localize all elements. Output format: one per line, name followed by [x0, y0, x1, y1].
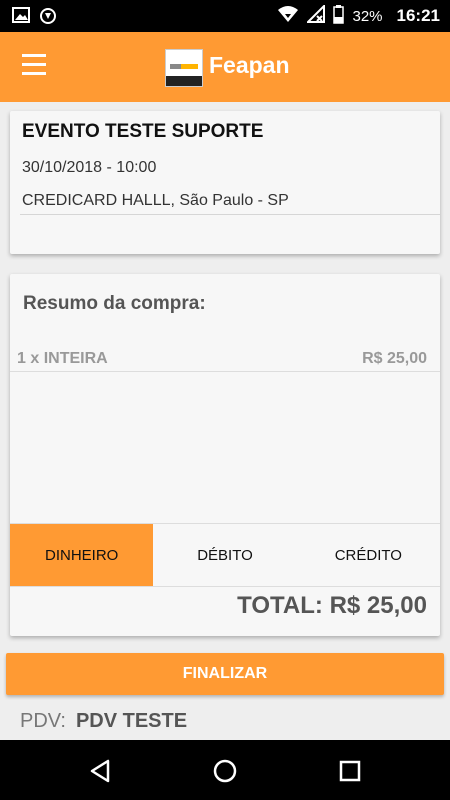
- pdv-label: PDV:: [20, 710, 66, 732]
- payment-credit-button[interactable]: CRÉDITO: [297, 524, 440, 586]
- image-icon: [12, 7, 30, 30]
- finalize-button[interactable]: FINALIZAR: [6, 653, 444, 695]
- no-signal-icon: [306, 3, 326, 27]
- divider: [10, 371, 440, 372]
- hamburger-menu-icon[interactable]: [20, 54, 50, 80]
- summary-title: Resumo da compra:: [23, 293, 206, 314]
- total-amount: TOTAL: R$ 25,00: [237, 592, 427, 619]
- divider: [20, 214, 440, 215]
- item-name: 1 x INTEIRA: [17, 350, 108, 367]
- battery-icon: [333, 4, 345, 28]
- pdv-value: PDV TESTE: [75, 710, 188, 732]
- event-datetime: 30/10/2018 - 10:00: [22, 159, 157, 176]
- pdv-info: PDV: PDV TESTE: [20, 710, 187, 733]
- event-card: EVENTO TESTE SUPORTE 30/10/2018 - 10:00 …: [10, 111, 440, 254]
- payment-method-tabs: DINHEIRO DÉBITO CRÉDITO: [10, 523, 440, 587]
- app-bar: Feapan: [0, 32, 450, 102]
- recents-icon[interactable]: [337, 758, 363, 784]
- list-item: 1 x INTEIRA R$ 25,00: [10, 349, 440, 373]
- battery-percent: 32%: [352, 7, 383, 25]
- app-logo: [165, 49, 203, 87]
- wifi-icon: [277, 5, 299, 27]
- navigation-bar: [0, 740, 450, 800]
- purchase-summary-card: Resumo da compra: 1 x INTEIRA R$ 25,00 D…: [10, 274, 440, 636]
- payment-cash-button[interactable]: DINHEIRO: [10, 524, 154, 586]
- event-venue: CREDICARD HALLL, São Paulo - SP: [22, 192, 289, 209]
- event-title: EVENTO TESTE SUPORTE: [22, 121, 264, 142]
- payment-debit-button[interactable]: DÉBITO: [153, 524, 296, 586]
- item-price: R$ 25,00: [362, 350, 427, 367]
- status-bar: 32% 16:21: [0, 0, 450, 32]
- clock: 16:21: [396, 6, 440, 25]
- home-icon[interactable]: [212, 758, 238, 784]
- shield-icon: [40, 7, 56, 30]
- app-title: Feapan: [209, 52, 290, 78]
- back-icon[interactable]: [88, 758, 114, 784]
